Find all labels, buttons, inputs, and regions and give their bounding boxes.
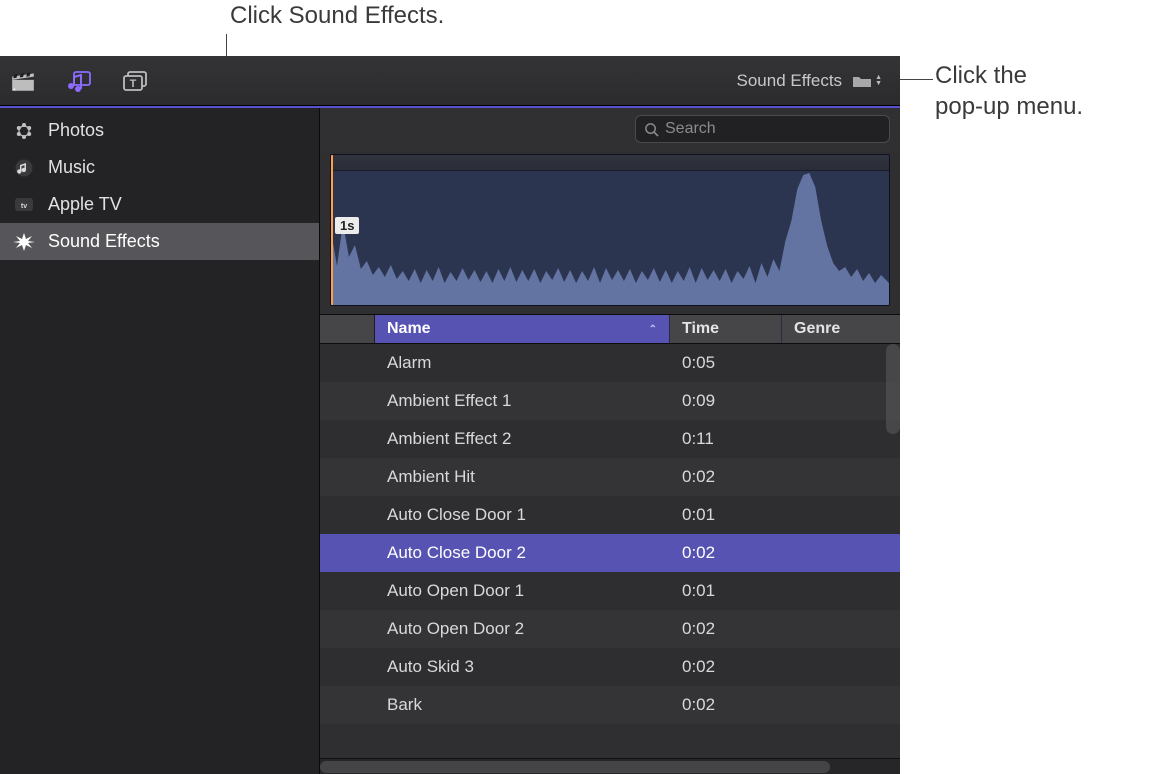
column-header-genre[interactable]: Genre — [782, 315, 900, 343]
time-flag: 1s — [335, 217, 359, 234]
media-browser-panel: T Sound Effects ▲▼ Photos — [0, 56, 900, 774]
column-header-genre-label: Genre — [794, 320, 840, 338]
table-row[interactable]: Auto Open Door 2 0:02 — [320, 610, 900, 648]
category-popup-label: Sound Effects — [737, 71, 843, 91]
cell-time: 0:05 — [670, 353, 782, 373]
body: Photos Music tv Apple TV Sound Effects — [0, 108, 900, 774]
sidebar-item-label: Photos — [48, 120, 104, 141]
playhead[interactable] — [331, 155, 333, 305]
cell-name: Bark — [375, 695, 670, 715]
chevron-updown-icon: ▲▼ — [875, 75, 882, 87]
callout-top: Click Sound Effects. — [230, 2, 444, 30]
waveform-ruler — [331, 155, 889, 171]
table-row[interactable]: Alarm 0:05 — [320, 344, 900, 382]
folder-icon — [852, 74, 872, 88]
clips-table: Name ⌃ Time Genre Alarm 0:05 — [320, 314, 900, 758]
callout-right-line1: Click the — [935, 60, 1083, 91]
sidebar-item-music[interactable]: Music — [0, 149, 319, 186]
table-row[interactable]: Auto Close Door 1 0:01 — [320, 496, 900, 534]
callout-right-line2: pop-up menu. — [935, 91, 1083, 122]
search-icon — [644, 122, 659, 137]
sort-ascending-icon: ⌃ — [649, 324, 657, 335]
cell-name: Ambient Effect 2 — [375, 429, 670, 449]
popup-icons: ▲▼ — [852, 74, 882, 88]
burst-icon — [12, 232, 36, 252]
column-header-name[interactable]: Name ⌃ — [375, 315, 670, 343]
sidebar: Photos Music tv Apple TV Sound Effects — [0, 108, 320, 774]
cell-time: 0:01 — [670, 505, 782, 525]
column-header-name-label: Name — [387, 320, 431, 338]
cell-time: 0:02 — [670, 695, 782, 715]
cell-name: Alarm — [375, 353, 670, 373]
waveform-graphic — [331, 171, 889, 305]
waveform-preview[interactable]: 1s — [330, 154, 890, 306]
cell-name: Ambient Effect 1 — [375, 391, 670, 411]
cell-time: 0:01 — [670, 581, 782, 601]
horizontal-scrollbar-thumb[interactable] — [320, 761, 830, 773]
table-row[interactable]: Ambient Hit 0:02 — [320, 458, 900, 496]
cell-name: Auto Close Door 2 — [375, 543, 670, 563]
cell-name: Auto Skid 3 — [375, 657, 670, 677]
cell-time: 0:02 — [670, 657, 782, 677]
sidebar-item-photos[interactable]: Photos — [0, 112, 319, 149]
titles-icon[interactable]: T — [120, 69, 150, 93]
main: Search 1s Name ⌃ — [320, 108, 900, 774]
sidebar-item-label: Music — [48, 157, 95, 178]
table-row[interactable]: Auto Close Door 2 0:02 — [320, 534, 900, 572]
appletv-icon: tv — [12, 195, 36, 215]
photos-icon — [12, 121, 36, 141]
horizontal-scrollbar-track[interactable] — [320, 758, 900, 774]
svg-text:T: T — [130, 78, 137, 90]
vertical-scrollbar[interactable] — [886, 344, 900, 434]
sidebar-item-label: Apple TV — [48, 194, 122, 215]
clapperboard-icon[interactable] — [8, 69, 38, 93]
search-placeholder: Search — [665, 120, 716, 138]
cell-time: 0:02 — [670, 543, 782, 563]
callout-right: Click the pop-up menu. — [935, 60, 1083, 122]
music-note-photo-icon[interactable] — [64, 69, 94, 93]
tool-icons: T — [8, 69, 150, 93]
table-row[interactable]: Auto Open Door 1 0:01 — [320, 572, 900, 610]
column-header-time[interactable]: Time — [670, 315, 782, 343]
column-header-row: Name ⌃ Time Genre — [320, 314, 900, 344]
category-popup[interactable]: Sound Effects ▲▼ — [733, 69, 886, 93]
cell-time: 0:02 — [670, 619, 782, 639]
table-row[interactable]: Bark 0:02 — [320, 686, 900, 724]
sidebar-item-sound-effects[interactable]: Sound Effects — [0, 223, 319, 260]
cell-time: 0:09 — [670, 391, 782, 411]
cell-time: 0:02 — [670, 467, 782, 487]
cell-time: 0:11 — [670, 429, 782, 449]
cell-name: Auto Open Door 2 — [375, 619, 670, 639]
music-icon — [12, 158, 36, 178]
table-body: Alarm 0:05 Ambient Effect 1 0:09 Ambient… — [320, 344, 900, 758]
toolbar: T Sound Effects ▲▼ — [0, 56, 900, 106]
svg-text:tv: tv — [21, 203, 27, 210]
search-input[interactable]: Search — [635, 115, 890, 143]
column-header-time-label: Time — [682, 320, 719, 338]
column-gutter[interactable] — [320, 315, 375, 343]
cell-name: Ambient Hit — [375, 467, 670, 487]
sidebar-item-appletv[interactable]: tv Apple TV — [0, 186, 319, 223]
cell-name: Auto Open Door 1 — [375, 581, 670, 601]
table-row[interactable]: Ambient Effect 2 0:11 — [320, 420, 900, 458]
table-row[interactable]: Auto Skid 3 0:02 — [320, 648, 900, 686]
search-row: Search — [320, 108, 900, 150]
table-row[interactable]: Ambient Effect 1 0:09 — [320, 382, 900, 420]
cell-name: Auto Close Door 1 — [375, 505, 670, 525]
sidebar-item-label: Sound Effects — [48, 231, 160, 252]
